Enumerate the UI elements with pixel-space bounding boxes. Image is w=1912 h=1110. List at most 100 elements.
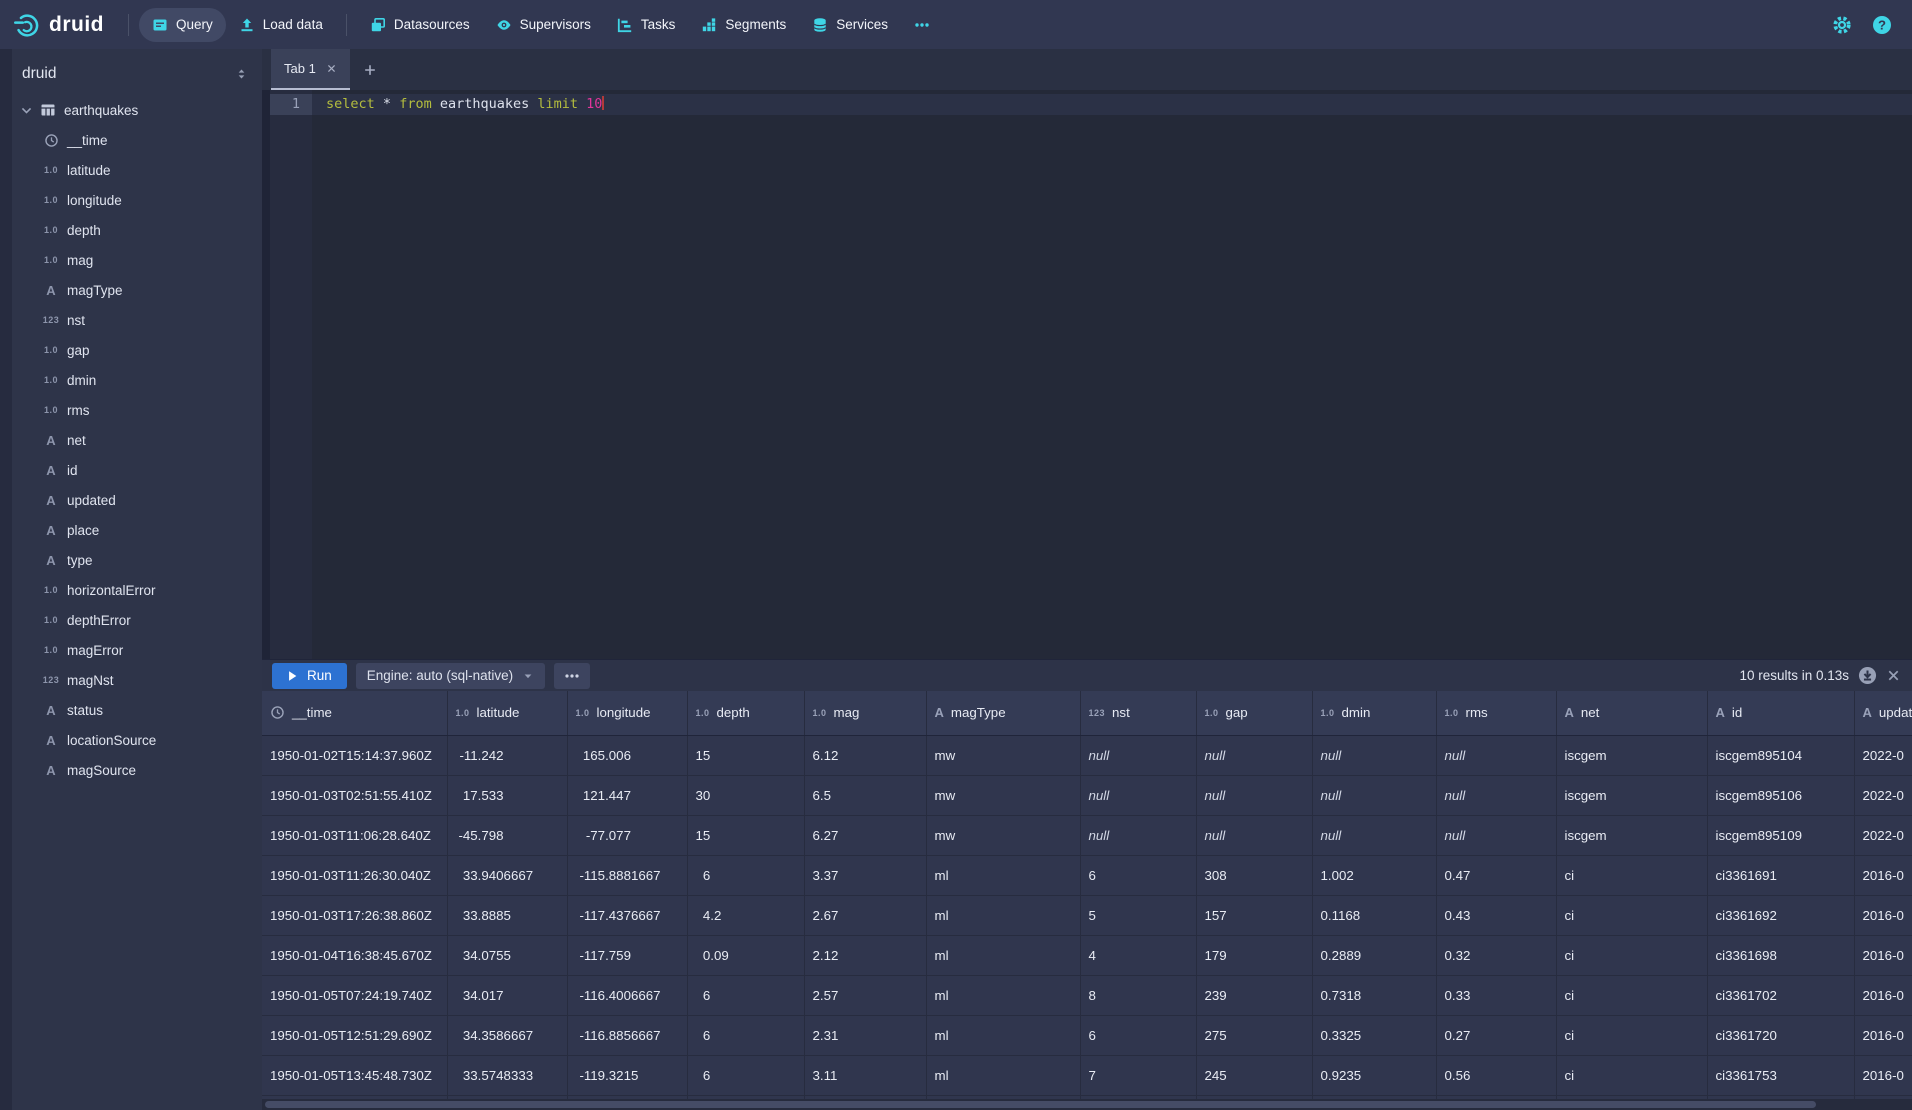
nav-item-query[interactable]: Query [139, 8, 226, 42]
column-header-longitude[interactable]: 1.0longitude [567, 691, 687, 735]
sidebar-column-__time[interactable]: __time [12, 125, 262, 155]
query-tab-bar: Tab 1 [262, 49, 1912, 90]
caret-down-icon [522, 670, 534, 682]
table-cell: -117.759 [567, 935, 687, 975]
more-icon [914, 17, 930, 33]
column-header-net[interactable]: Anet [1556, 691, 1707, 735]
sidebar-item-earthquakes[interactable]: earthquakes [12, 95, 262, 125]
sidebar-column-magNst[interactable]: 123magNst [12, 665, 262, 695]
table-cell: 4.2 [687, 895, 804, 935]
table-cell: 0.7318 [1312, 975, 1436, 1015]
sidebar-column-magType[interactable]: AmagType [12, 275, 262, 305]
download-results-icon[interactable] [1858, 666, 1877, 685]
sidebar-column-depthError[interactable]: 1.0depthError [12, 605, 262, 635]
import-icon [239, 17, 255, 33]
column-header-__time[interactable]: __time [262, 691, 447, 735]
nav-item-services[interactable]: Services [799, 8, 901, 42]
nav-item-datasources[interactable]: Datasources [357, 8, 483, 42]
druid-logo[interactable]: druid [0, 10, 118, 40]
sidebar-column-type[interactable]: Atype [12, 545, 262, 575]
play-icon [287, 670, 298, 682]
nav-item-tasks[interactable]: Tasks [604, 8, 689, 42]
column-header-magType[interactable]: AmagType [926, 691, 1080, 735]
sidebar-column-longitude[interactable]: 1.0longitude [12, 185, 262, 215]
table-cell: 0.9235 [1312, 1055, 1436, 1095]
table-cell: 6.27 [804, 815, 926, 855]
sidebar-column-magSource[interactable]: AmagSource [12, 755, 262, 785]
settings-gear-icon[interactable] [1832, 15, 1852, 35]
run-button[interactable]: Run [272, 663, 347, 689]
sidebar-column-latitude[interactable]: 1.0latitude [12, 155, 262, 185]
table-row: 1950-01-04T16:38:45.670Z34.0755-117.7590… [262, 935, 1912, 975]
brand-name: druid [49, 13, 104, 37]
column-header-depth[interactable]: 1.0depth [687, 691, 804, 735]
table-cell: 4 [1080, 935, 1196, 975]
table-cell: 6 [687, 1055, 804, 1095]
table-cell: mw [926, 735, 1080, 775]
table-cell: 2016-0 [1854, 895, 1912, 935]
sidebar-column-updated[interactable]: Aupdated [12, 485, 262, 515]
sidebar-column-id[interactable]: Aid [12, 455, 262, 485]
column-header-rms[interactable]: 1.0rms [1436, 691, 1556, 735]
sidebar-column-horizontalError[interactable]: 1.0horizontalError [12, 575, 262, 605]
query-more-button[interactable] [554, 663, 590, 689]
results-status: 10 results in 0.13s [1739, 668, 1849, 683]
table-cell: null [1196, 775, 1312, 815]
table-cell: 6 [1080, 855, 1196, 895]
editor-line-1[interactable]: 1 select * from earthquakes limit 10 [270, 94, 1912, 115]
sidebar-column-status[interactable]: Astatus [12, 695, 262, 725]
close-results-icon[interactable] [1886, 668, 1901, 683]
sidebar-column-locationSource[interactable]: AlocationSource [12, 725, 262, 755]
column-header-updated[interactable]: Aupdated [1854, 691, 1912, 735]
table-cell: 1950-01-04T16:38:45.670Z [262, 935, 447, 975]
sql-text[interactable]: select * from earthquakes limit 10 [312, 94, 1912, 115]
sidebar-column-gap[interactable]: 1.0gap [12, 335, 262, 365]
table-cell: 2016-0 [1854, 855, 1912, 895]
sidebar-column-net[interactable]: Anet [12, 425, 262, 455]
chevron-down-icon[interactable] [16, 104, 36, 117]
sql-editor[interactable]: 1 select * from earthquakes limit 10 [262, 90, 1912, 659]
string-type-icon: A [1863, 705, 1872, 720]
engine-select-button[interactable]: Engine: auto (sql-native) [356, 663, 545, 689]
horizontal-scrollbar-thumb[interactable] [265, 1101, 1816, 1108]
column-header-nst[interactable]: 123nst [1080, 691, 1196, 735]
tab-close-icon[interactable] [326, 63, 337, 74]
column-header-mag[interactable]: 1.0mag [804, 691, 926, 735]
table-cell: 179 [1196, 935, 1312, 975]
float-type-icon: 1.0 [1445, 708, 1459, 718]
table-cell: ml [926, 895, 1080, 935]
sidebar-column-depth[interactable]: 1.0depth [12, 215, 262, 245]
table-cell: ci [1556, 1055, 1707, 1095]
nav-item-segments[interactable]: Segments [688, 8, 799, 42]
nav-item-load-data[interactable]: Load data [226, 8, 336, 42]
table-row: 1950-01-05T13:45:48.730Z33.5748333-119.3… [262, 1055, 1912, 1095]
column-header-latitude[interactable]: 1.0latitude [447, 691, 567, 735]
table-cell: 1950-01-05T12:51:29.690Z [262, 1015, 447, 1055]
table-cell: null [1312, 815, 1436, 855]
column-header-id[interactable]: Aid [1707, 691, 1854, 735]
sidebar-column-mag[interactable]: 1.0mag [12, 245, 262, 275]
tab-1[interactable]: Tab 1 [271, 49, 350, 90]
table-cell: ci3361691 [1707, 855, 1854, 895]
column-tree: earthquakes__time1.0latitude1.0longitude… [12, 95, 262, 785]
table-cell: 1950-01-05T07:24:19.740Z [262, 975, 447, 1015]
nav-item-supervisors[interactable]: Supervisors [483, 8, 604, 42]
help-icon[interactable]: ? [1872, 15, 1892, 35]
schema-selector[interactable]: druid [12, 53, 262, 95]
sidebar-column-dmin[interactable]: 1.0dmin [12, 365, 262, 395]
table-cell: ml [926, 1015, 1080, 1055]
float-type-icon: 1.0 [39, 645, 63, 655]
sidebar-column-rms[interactable]: 1.0rms [12, 395, 262, 425]
new-tab-button[interactable] [350, 49, 390, 90]
table-cell: 0.3325 [1312, 1015, 1436, 1055]
sidebar-column-nst[interactable]: 123nst [12, 305, 262, 335]
float-type-icon: 1.0 [39, 225, 63, 235]
table-cell: 1950-01-02T15:14:37.960Z [262, 735, 447, 775]
editor-gutter [270, 90, 312, 659]
nav-item-more[interactable] [901, 8, 943, 42]
sidebar-column-place[interactable]: Aplace [12, 515, 262, 545]
column-header-gap[interactable]: 1.0gap [1196, 691, 1312, 735]
column-header-dmin[interactable]: 1.0dmin [1312, 691, 1436, 735]
sidebar-column-magError[interactable]: 1.0magError [12, 635, 262, 665]
sort-icon[interactable] [235, 67, 248, 81]
